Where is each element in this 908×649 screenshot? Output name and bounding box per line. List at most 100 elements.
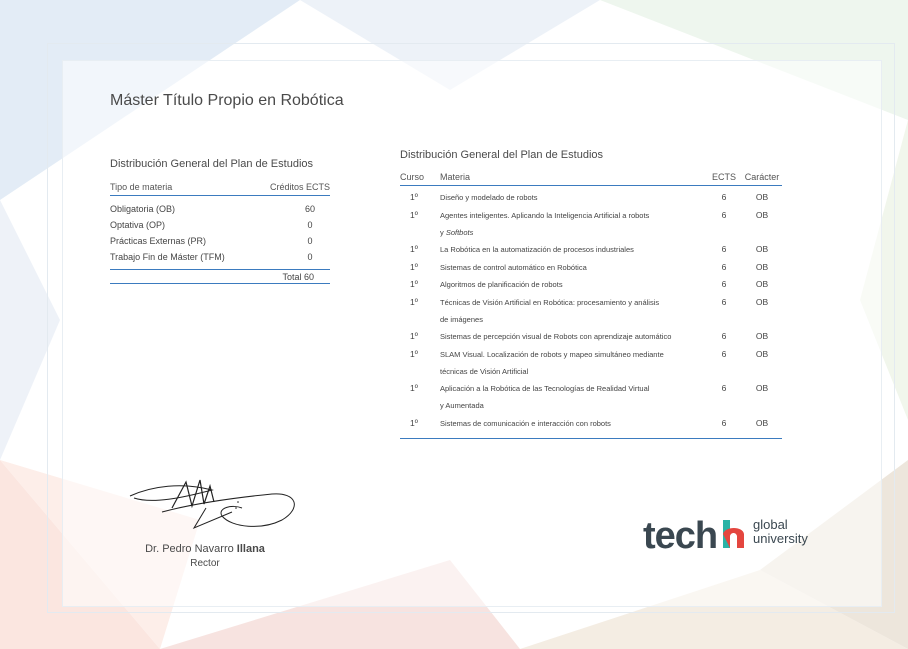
course-character: OB [755, 348, 769, 359]
summary-row-type: Obligatoria (OB) [110, 204, 176, 214]
document-title: Máster Título Propio en Robótica [110, 92, 344, 109]
courses-col-subject: Materia [440, 172, 471, 182]
course-subject-line1: Agentes inteligentes. Aplicando la Intel… [440, 210, 650, 220]
summary-row: Prácticas Externas (PR) 0 [110, 233, 330, 249]
course-subject-line2: y Aumentada [440, 401, 484, 410]
tech-logo: tech global university [643, 512, 823, 562]
course-character: OB [755, 331, 769, 341]
course-row: 1º Sistemas de percepción visual de Robot… [400, 328, 782, 346]
summary-row-credits: 0 [307, 220, 313, 230]
course-subject: Sistemas de control automático en Robóti… [440, 259, 706, 277]
signature-image [129, 479, 295, 530]
courses-heading: Distribución General del Plan de Estudio… [400, 149, 604, 161]
course-row: 1º Algoritmos de planificación de robots 6… [400, 276, 782, 294]
course-subject: Técnicas de Visión Artificial en Robótic… [440, 294, 706, 329]
logo-line1: global [753, 517, 788, 532]
course-year: 1º [410, 296, 418, 307]
course-subject-line1: Sistemas de comunicación e interacción c… [440, 418, 611, 428]
summary-row: Obligatoria (OB) 60 [110, 201, 330, 217]
courses-col-course: Curso [400, 172, 425, 182]
signatory-name: Dr. Pedro Navarro Illana [110, 543, 300, 555]
course-ects: 6 [721, 192, 727, 202]
summary-header-row: Tipo de materia Créditos ECTS [110, 182, 330, 196]
course-character: OB [755, 279, 769, 289]
courses-table-body: 1º Diseño y modelado de robots 6 OB 1º Agente… [400, 186, 782, 439]
summary-col-type: Tipo de materia [110, 182, 173, 192]
courses-col-ects: ECTS [711, 172, 736, 182]
course-ects: 6 [721, 417, 727, 428]
summary-total: Total 60 [110, 270, 330, 284]
logo-subtitle: global university [753, 518, 808, 546]
signatory-name-bold: Illana [236, 543, 265, 555]
course-subject-line2: técnicas de Visión Artificial [440, 366, 529, 376]
summary-row-credits: 0 [307, 252, 313, 262]
course-subject: SLAM Visual. Localización de robots y ma… [440, 346, 706, 381]
course-ects: 6 [721, 209, 727, 220]
course-character: OB [755, 244, 769, 254]
course-character: OB [755, 383, 769, 393]
course-ects: 6 [721, 244, 727, 254]
course-year: 1º [410, 209, 418, 220]
course-row: 1º Aplicación a la Robótica de las Tecnol… [400, 380, 782, 415]
course-subject: Sistemas de percepción visual de Robots … [440, 328, 706, 346]
summary-row: Trabajo Fin de Máster (TFM) 0 [110, 249, 330, 265]
course-character: OB [755, 296, 769, 307]
summary-row-credits: 0 [307, 236, 313, 246]
course-ects: 6 [721, 331, 727, 341]
courses-table: Curso Materia ECTS Carácter 1º Diseño y m… [400, 172, 782, 439]
course-ects: 6 [721, 261, 727, 272]
course-year: 1º [410, 279, 418, 289]
course-character: OB [755, 192, 769, 202]
course-row: 1º Sistemas de comunicación e interacción… [400, 415, 782, 433]
course-subject: Aplicación a la Robótica de las Tecnolog… [440, 380, 706, 415]
course-subject-line1: Aplicación a la Robótica de las Tecnolog… [440, 384, 650, 393]
signatory-role: Rector [190, 558, 220, 569]
course-year: 1º [410, 261, 418, 272]
logo-brand: tech [643, 515, 717, 557]
course-row: 1º SLAM Visual. Localización de robots y … [400, 346, 782, 381]
summary-row-credits: 60 [304, 204, 315, 214]
course-ects: 6 [721, 296, 727, 307]
course-year: 1º [410, 417, 418, 428]
course-year: 1º [410, 192, 418, 202]
course-subject-line2: de imágenes [440, 314, 483, 324]
course-year: 1º [410, 331, 418, 341]
course-row: 1º Sistemas de control automático en Robó… [400, 259, 782, 277]
course-subject-line2: y Softbots [440, 227, 474, 237]
course-subject-line1: Técnicas de Visión Artificial en Robótic… [440, 297, 660, 307]
summary-heading: Distribución General del Plan de Estudio… [110, 158, 314, 170]
tech-logo-wordmark: tech [643, 515, 744, 557]
course-subject-line1: SLAM Visual. Localización de robots y ma… [440, 349, 664, 359]
courses-col-character: Carácter [744, 172, 780, 182]
course-subject-line1: La Robótica en la automatización de proc… [440, 245, 634, 254]
logo-line2: university [753, 531, 808, 546]
course-year: 1º [410, 383, 418, 393]
course-subject-line1: Sistemas de percepción visual de Robots … [440, 332, 672, 341]
course-character: OB [755, 417, 769, 428]
course-subject: La Robótica en la automatización de proc… [440, 241, 706, 259]
course-row: 1º Diseño y modelado de robots 6 OB [400, 189, 782, 207]
course-year: 1º [410, 244, 418, 254]
course-subject: Sistemas de comunicación e interacción c… [440, 415, 706, 433]
course-subject: Diseño y modelado de robots [440, 189, 706, 207]
summary-row-type: Optativa (OP) [110, 220, 166, 230]
summary-row-type: Trabajo Fin de Máster (TFM) [110, 252, 225, 262]
course-subject: Agentes inteligentes. Aplicando la Intel… [440, 207, 706, 242]
summary-row-type: Prácticas Externas (PR) [110, 236, 207, 246]
course-row: 1º La Robótica en la automatización de pr… [400, 241, 782, 259]
course-character: OB [755, 261, 769, 272]
course-subject-line1: Algoritmos de planificación de robots [440, 280, 563, 289]
course-subject: Algoritmos de planificación de robots [440, 276, 706, 294]
course-ects: 6 [721, 348, 727, 359]
course-year: 1º [410, 348, 418, 359]
courses-header-row: Curso Materia ECTS Carácter [400, 172, 782, 186]
summary-col-credits: Créditos ECTS [269, 182, 330, 192]
course-character: OB [755, 209, 769, 220]
course-subject-line1: Sistemas de control automático en Robóti… [440, 262, 587, 272]
summary-table: Tipo de materia Créditos ECTS Obligatori… [110, 182, 330, 284]
course-ects: 6 [721, 279, 727, 289]
summary-row: Optativa (OP) 0 [110, 217, 330, 233]
course-row: 1º Agentes inteligentes. Aplicando la Int… [400, 207, 782, 242]
course-subject-line1: Diseño y modelado de robots [440, 193, 538, 202]
signatory-name-prefix: Dr. Pedro Navarro [145, 543, 237, 555]
